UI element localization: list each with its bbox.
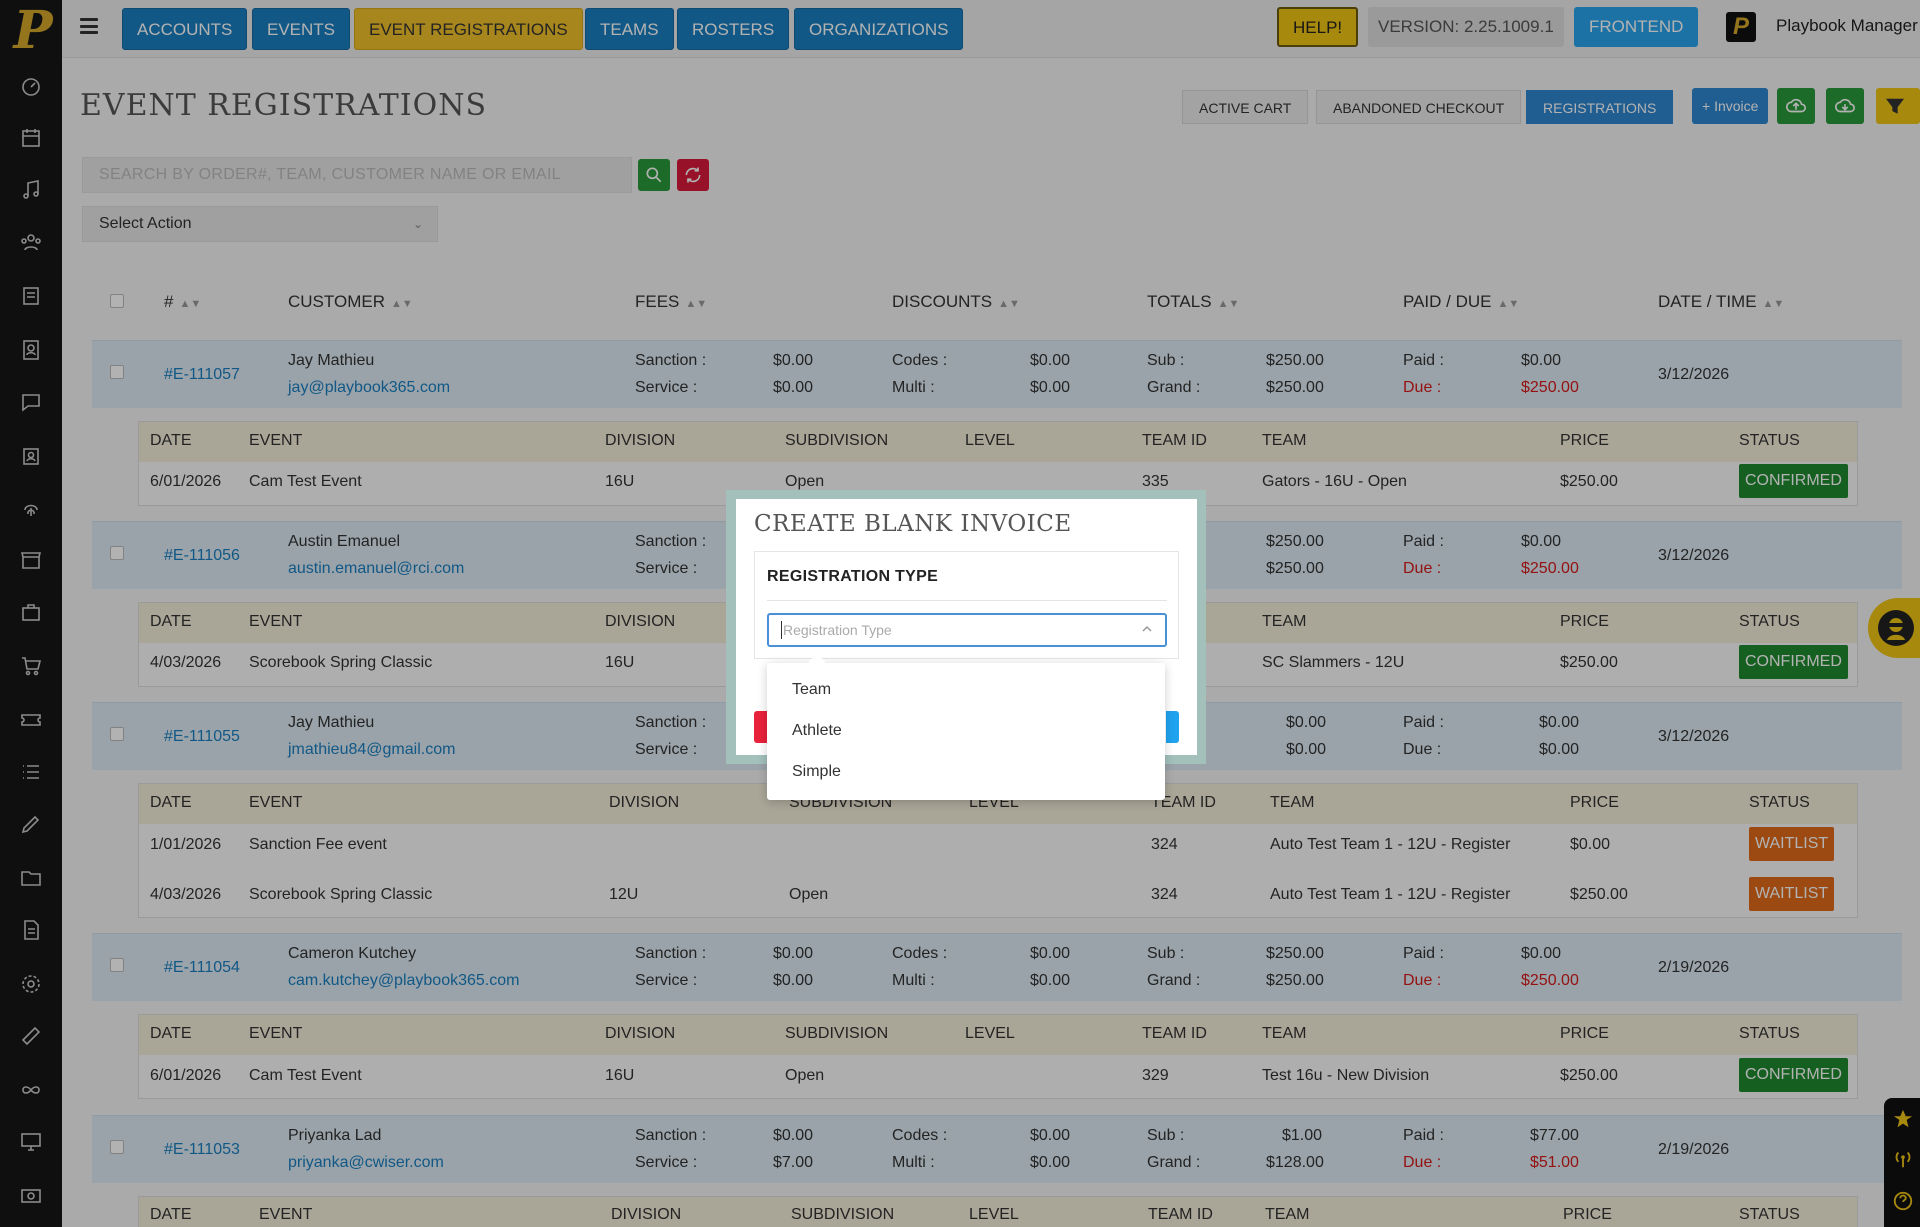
divider <box>767 600 1167 601</box>
option-team[interactable]: Team <box>767 670 1165 710</box>
registration-type-card: REGISTRATION TYPE Registration Type <box>754 551 1179 659</box>
registration-type-placeholder: Registration Type <box>783 622 892 638</box>
registration-type-select[interactable]: Registration Type <box>767 613 1167 647</box>
submit-button[interactable] <box>1166 711 1179 743</box>
text-caret <box>781 621 782 639</box>
registration-type-options: Team Athlete Simple <box>767 663 1165 800</box>
option-simple[interactable]: Simple <box>767 752 1165 792</box>
option-athlete[interactable]: Athlete <box>767 711 1165 751</box>
registration-type-heading: REGISTRATION TYPE <box>767 568 939 585</box>
cancel-button[interactable] <box>754 711 768 743</box>
chevron-up-icon <box>1142 625 1152 632</box>
modal-title: CREATE BLANK INVOICE <box>754 511 1072 537</box>
